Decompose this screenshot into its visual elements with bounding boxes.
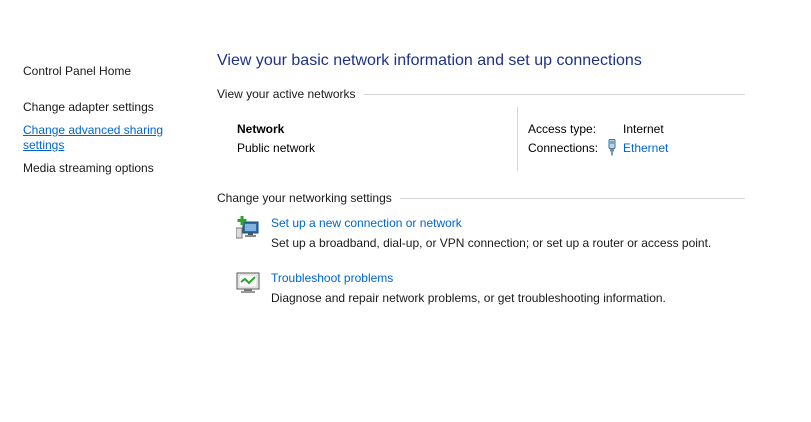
vertical-divider: [517, 107, 518, 171]
ethernet-connection-link[interactable]: Ethernet: [623, 141, 668, 155]
network-type: Public network: [237, 141, 316, 155]
active-networks-header: View your active networks: [217, 86, 745, 102]
section-divider: [399, 197, 745, 199]
active-networks-header-label: View your active networks: [217, 87, 356, 101]
nav-control-panel-home[interactable]: Control Panel Home: [23, 64, 131, 78]
ethernet-icon: [606, 139, 618, 156]
page-title: View your basic network information and …: [217, 52, 642, 69]
change-settings-header: Change your networking settings: [217, 190, 745, 206]
troubleshoot-problems-link[interactable]: Troubleshoot problems: [271, 271, 393, 285]
setup-new-connection-link[interactable]: Set up a new connection or network: [271, 216, 462, 230]
nav-change-adapter-settings[interactable]: Change adapter settings: [23, 100, 154, 114]
new-connection-icon[interactable]: [235, 216, 260, 240]
connections-label: Connections:: [528, 141, 599, 155]
access-type-label: Access type:: [528, 122, 597, 136]
nav-media-streaming-options[interactable]: Media streaming options: [23, 161, 154, 175]
access-type-value: Internet: [623, 122, 664, 136]
network-name: Network: [237, 122, 285, 136]
change-settings-header-label: Change your networking settings: [217, 191, 392, 205]
section-divider: [363, 93, 745, 95]
setup-new-connection-description: Set up a broadband, dial-up, or VPN conn…: [271, 236, 712, 250]
troubleshoot-icon[interactable]: [236, 271, 260, 295]
nav-change-advanced-sharing-settings[interactable]: Change advanced sharing settings: [23, 123, 183, 153]
troubleshoot-problems-description: Diagnose and repair network problems, or…: [271, 291, 666, 305]
